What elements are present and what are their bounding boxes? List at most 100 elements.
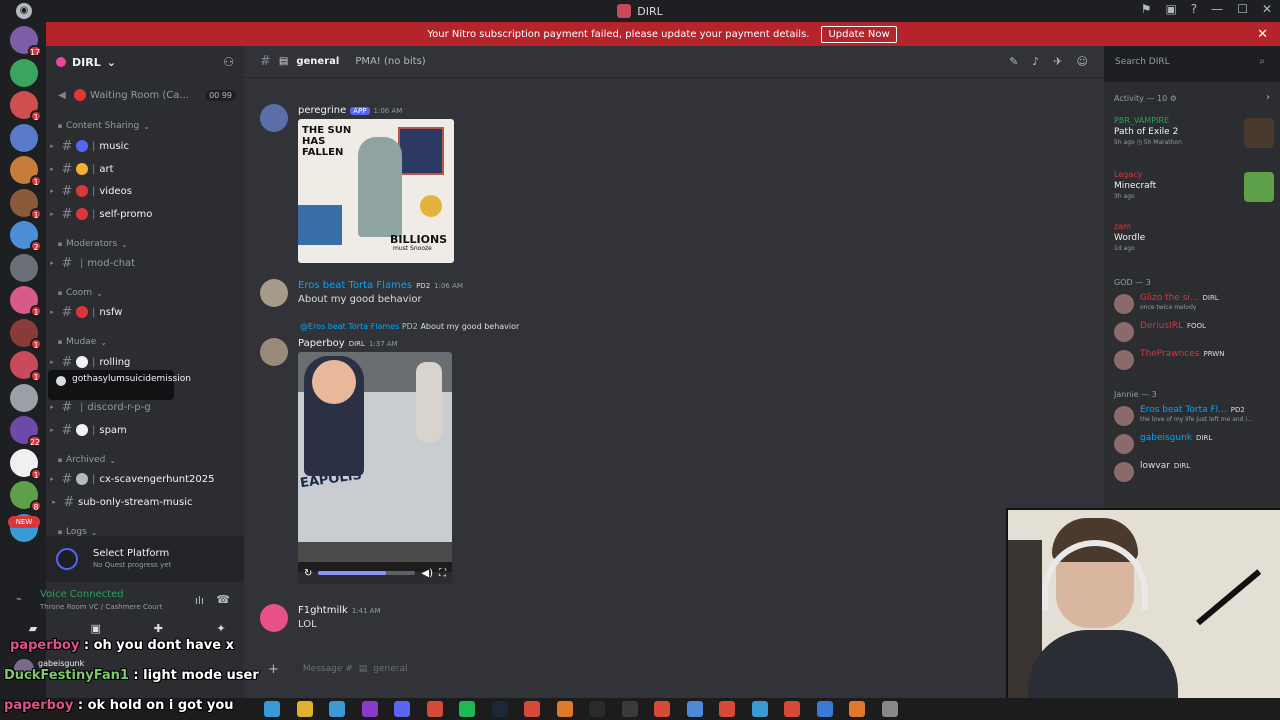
message-author[interactable]: peregrine APP 1:06 AM [298, 105, 402, 116]
reply-author[interactable]: @Eros beat Torta Flames [300, 322, 399, 331]
server-icon[interactable]: 1 [10, 188, 42, 220]
disconnect-icon[interactable]: ☎ [216, 593, 230, 606]
member-item[interactable]: gabeisgunk DIRL [1114, 432, 1280, 458]
channel-item[interactable]: ▸ # | cx-scavengerhunt2025 [46, 469, 244, 489]
message-author[interactable]: Eros beat Torta Flames PD2 1:06 AM [298, 280, 463, 291]
server-icon[interactable] [10, 58, 38, 87]
discord-logo-icon[interactable]: ◉ [16, 3, 32, 19]
maximize-icon[interactable]: ☐ [1237, 2, 1248, 16]
voice-channel[interactable]: ◀ Waiting Room (Ca... 00 99 [46, 85, 244, 105]
avatar[interactable] [260, 604, 288, 632]
expand-icon[interactable]: ▸ [46, 358, 58, 366]
activity-card[interactable]: PBR_VAMPIRE Path of Exile 2 5h ago ◷ 5h Ma… [1114, 116, 1274, 160]
member-item[interactable]: Glizo the si... DIRL once twice melody [1114, 292, 1280, 318]
server-icon[interactable]: 1 [10, 91, 42, 122]
author-name[interactable]: Eros beat Torta Flames [298, 280, 412, 291]
channel-item[interactable]: ▸ # | music [46, 136, 244, 156]
expand-icon[interactable]: ▸ [46, 475, 58, 483]
avatar[interactable] [260, 104, 288, 132]
video-embed[interactable]: EAPOLIS ↻ ◀) ⛶ [298, 352, 452, 584]
avatar[interactable] [260, 279, 288, 307]
fullscreen-icon[interactable]: ⛶ [439, 568, 446, 579]
banner-close-icon[interactable]: ✕ [1257, 27, 1268, 42]
channel-item[interactable]: ▸ # | videos [46, 181, 244, 201]
pin-icon[interactable]: ✈ [1053, 55, 1062, 68]
volume-icon[interactable]: ◀) [421, 568, 433, 579]
message-author[interactable]: F1ghtmilk 1:41 AM [298, 605, 381, 616]
taskbar-app-icon[interactable] [459, 701, 475, 717]
expand-icon[interactable]: ▸ [46, 308, 58, 316]
flag-icon[interactable]: ⚑ [1141, 2, 1152, 16]
taskbar-app-icon[interactable] [654, 701, 670, 717]
settings-icon[interactable]: ⚙ [1170, 94, 1177, 103]
camera-icon[interactable]: ▰ [24, 622, 42, 636]
taskbar-app-icon[interactable] [556, 701, 573, 717]
avatar[interactable] [1114, 322, 1134, 342]
channel-item[interactable]: ▸ # | nsfw [46, 302, 244, 322]
server-icon[interactable]: 17 [10, 26, 42, 57]
member-item[interactable]: ThePrawnces PRWN [1114, 348, 1280, 374]
help-icon[interactable]: ? [1191, 2, 1197, 16]
quest-card[interactable]: Select Platform No Quest progress yet [46, 536, 244, 582]
expand-icon[interactable]: ▸ [46, 187, 58, 195]
server-icon[interactable] [10, 253, 38, 282]
avatar[interactable] [1114, 462, 1134, 482]
server-icon[interactable]: 22 [10, 416, 42, 447]
reply-preview[interactable]: @Eros beat Torta Flames PD2 About my goo… [300, 322, 519, 331]
member-item[interactable]: lowvar DIRL [1114, 460, 1280, 486]
expand-icon[interactable]: ▸ [46, 403, 58, 411]
server-icon[interactable]: 1 [10, 286, 42, 317]
category-header[interactable]: ▪ Archived ⌄ [46, 450, 244, 470]
taskbar-app-icon[interactable] [816, 701, 833, 717]
avatar[interactable] [1114, 350, 1134, 370]
members-icon[interactable]: ☺ [1077, 55, 1088, 68]
bell-icon[interactable]: ♪ [1032, 55, 1039, 68]
expand-icon[interactable]: ▸ [46, 165, 58, 173]
taskbar-app-icon[interactable] [524, 701, 540, 717]
channel-item[interactable]: ▸ # | mod-chat [46, 253, 244, 273]
update-now-button[interactable]: Update Now [821, 25, 897, 43]
expand-icon[interactable]: ▸ [46, 210, 58, 218]
add-user-icon[interactable]: ⚇ [223, 55, 234, 69]
new-badge[interactable]: NEW [8, 516, 40, 528]
channel-item[interactable]: ▸ # sub-only-stream-music [46, 492, 244, 512]
voice-location[interactable]: Throne Room VC / Cashmere Court [40, 603, 162, 611]
member-item[interactable]: Eros beat Torta Fl... PD2 the love of my l… [1114, 404, 1280, 430]
taskbar-app-icon[interactable] [784, 701, 800, 717]
server-icon[interactable]: 8 [10, 481, 42, 512]
member-item[interactable]: DeriusIRL FOOL [1114, 320, 1280, 346]
taskbar-app-icon[interactable] [589, 701, 605, 717]
avatar[interactable] [1114, 406, 1134, 426]
author-name[interactable]: peregrine [298, 105, 346, 116]
close-window-icon[interactable]: ✕ [1262, 2, 1272, 16]
taskbar-app-icon[interactable] [491, 701, 508, 717]
server-icon[interactable] [10, 123, 38, 152]
taskbar-app-icon[interactable] [686, 701, 703, 717]
server-icon[interactable]: 2 [10, 221, 42, 252]
avatar[interactable] [1114, 294, 1134, 314]
taskbar-app-icon[interactable] [719, 701, 735, 717]
category-header[interactable]: ▪ Mudae ⌄ [46, 332, 244, 352]
voice-status[interactable]: Voice Connected [40, 589, 124, 600]
minimize-icon[interactable]: — [1211, 2, 1223, 16]
expand-icon[interactable]: ▸ [46, 259, 58, 267]
inbox-icon[interactable]: ▣ [1165, 2, 1176, 16]
author-name[interactable]: F1ghtmilk [298, 605, 348, 616]
author-name[interactable]: Paperboy [298, 338, 345, 349]
taskbar-app-icon[interactable] [751, 701, 768, 717]
avatar[interactable] [260, 338, 288, 366]
category-header[interactable]: ▪ Moderators ⌄ [46, 234, 244, 254]
taskbar-app-icon[interactable] [426, 701, 443, 717]
server-icon[interactable]: 1 [10, 351, 42, 382]
signal-icon[interactable]: ⌁ [16, 594, 22, 605]
chevron-right-icon[interactable]: › [1266, 92, 1270, 103]
channel-item[interactable]: ▸ # | discord-r-p-g [46, 397, 244, 417]
channel-item[interactable]: ▸ # | self-promo [46, 204, 244, 224]
meme-image[interactable]: THE SUN HAS FALLEN BILLIONS must Snooze [298, 119, 454, 263]
search-input[interactable]: Search DIRL ⌕ [1109, 53, 1271, 73]
category-header[interactable]: ▪ Coom ⌄ [46, 283, 244, 303]
taskbar-app-icon[interactable] [621, 701, 638, 717]
category-header[interactable]: ▪ Content Sharing ⌄ [46, 116, 244, 136]
channel-topic[interactable]: PMA! (no bits) [355, 56, 425, 67]
noise-suppression-icon[interactable]: ılı [195, 594, 204, 607]
